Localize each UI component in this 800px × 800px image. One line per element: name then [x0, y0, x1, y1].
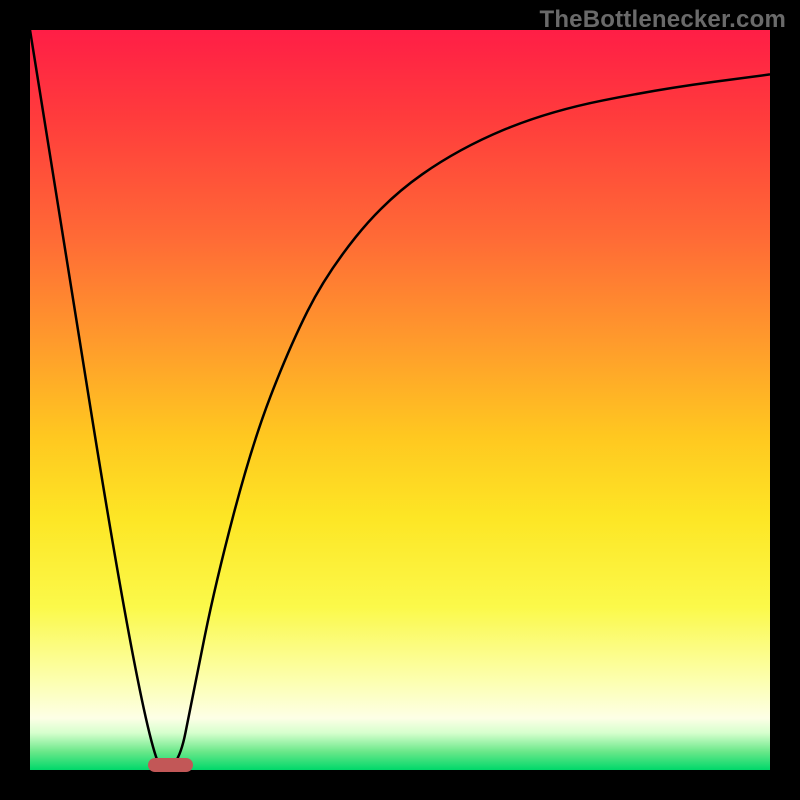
- curve-layer: [30, 30, 770, 770]
- bottleneck-curve: [30, 30, 770, 770]
- optimal-marker: [148, 758, 192, 772]
- plot-area: [30, 30, 770, 770]
- chart-frame: TheBottlenecker.com: [0, 0, 800, 800]
